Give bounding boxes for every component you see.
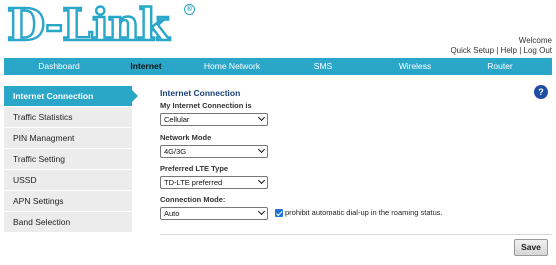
tab-home-network[interactable]: Home Network [187, 58, 277, 75]
main-nav: Dashboard Internet Home Network SMS Wire… [4, 58, 552, 75]
header-links: Quick Setup | Help | Log Out [450, 46, 552, 55]
logout-link[interactable]: Log Out [524, 46, 552, 55]
logo-text: D-Link [6, 0, 171, 51]
connection-mode-value: Auto [164, 209, 180, 218]
sidebar-item-band-selection[interactable]: Band Selection [4, 212, 132, 233]
sidebar-item-traffic-setting[interactable]: Traffic Setting [4, 149, 132, 170]
sidebar-item-apn-settings[interactable]: APN Settings [4, 191, 132, 212]
connection-mode-label: Connection Mode: [160, 195, 226, 204]
connection-mode-select[interactable]: Auto [160, 207, 268, 220]
dlink-logo: D-Link ® [6, 0, 195, 51]
roaming-checkbox[interactable] [275, 209, 283, 217]
sidebar-item-internet-connection[interactable]: Internet Connection [4, 86, 138, 107]
preferred-lte-type-value: TD-LTE preferred [164, 178, 223, 187]
sidebar: Internet Connection Traffic Statistics P… [4, 86, 138, 233]
sidebar-item-traffic-statistics[interactable]: Traffic Statistics [4, 107, 132, 128]
chevron-down-icon [257, 176, 266, 185]
chevron-down-icon [257, 207, 266, 216]
internet-connection-select[interactable]: Cellular [160, 113, 268, 126]
tab-sms[interactable]: SMS [278, 58, 368, 75]
help-icon[interactable]: ? [534, 85, 548, 99]
divider [160, 234, 552, 235]
preferred-lte-type-label: Preferred LTE Type [160, 164, 229, 173]
welcome-text: Welcome [518, 36, 552, 45]
save-button[interactable]: Save [514, 239, 548, 256]
tab-dashboard[interactable]: Dashboard [14, 58, 104, 75]
tab-router[interactable]: Router [455, 58, 545, 75]
preferred-lte-type-select[interactable]: TD-LTE preferred [160, 176, 268, 189]
chevron-down-icon [257, 145, 266, 154]
tab-internet[interactable]: Internet [101, 58, 191, 75]
network-mode-value: 4G/3G [164, 147, 187, 156]
tab-wireless[interactable]: Wireless [370, 58, 460, 75]
page-title: Internet Connection [160, 88, 241, 98]
quick-setup-link[interactable]: Quick Setup [450, 46, 494, 55]
internet-connection-label: My Internet Connection is [160, 101, 252, 110]
chevron-down-icon [257, 113, 266, 122]
network-mode-select[interactable]: 4G/3G [160, 145, 268, 158]
registered-mark: ® [184, 4, 195, 15]
roaming-checkbox-label: prohibit automatic dial-up in the roamin… [285, 208, 443, 217]
internet-connection-value: Cellular [164, 115, 190, 124]
sidebar-item-pin-management[interactable]: PIN Managment [4, 128, 132, 149]
sidebar-item-ussd[interactable]: USSD [4, 170, 132, 191]
help-link[interactable]: Help [501, 46, 517, 55]
network-mode-label: Network Mode [160, 133, 212, 142]
